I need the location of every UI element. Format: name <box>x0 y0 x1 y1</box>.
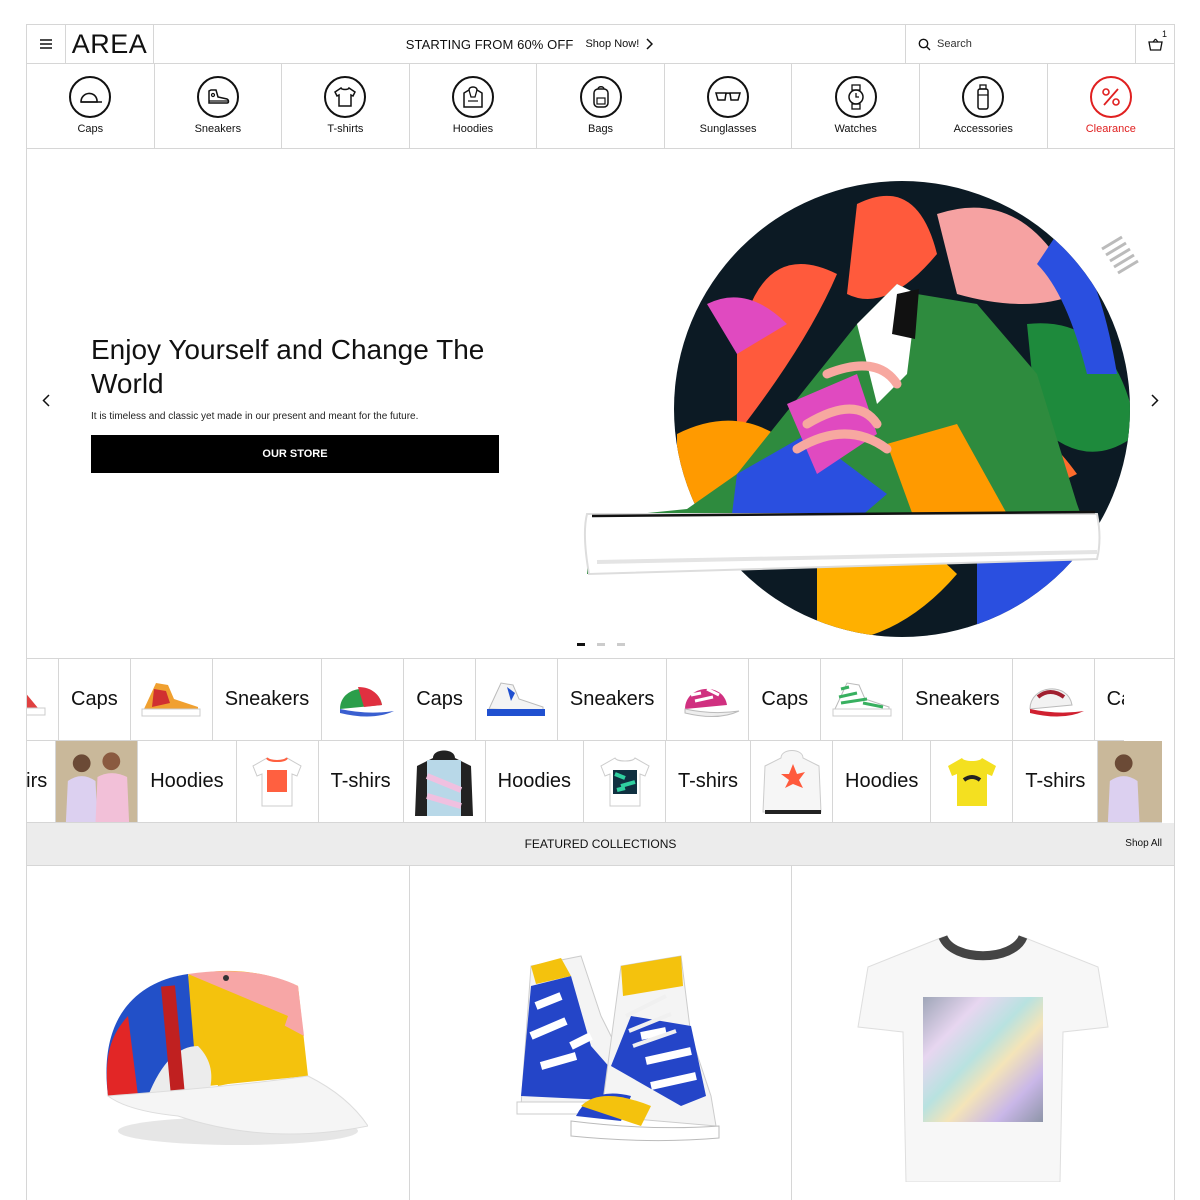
category-sunglasses[interactable]: Sunglasses <box>665 63 793 148</box>
hero-sneaker-image <box>583 181 1139 637</box>
category-watches[interactable]: Watches <box>792 63 920 148</box>
slider-prev-button[interactable] <box>38 392 54 408</box>
cart-button[interactable]: 1 <box>1136 25 1174 63</box>
sneakers-product-image <box>516 955 719 1142</box>
featured-collections-bar: FEATURED COLLECTIONS Shop All <box>27 823 1174 866</box>
featured-tshirt-card[interactable] <box>792 866 1174 1200</box>
category-label: Clearance <box>1085 123 1136 135</box>
our-store-button[interactable]: OUR STORE <box>91 435 499 473</box>
logo[interactable]: AREA <box>66 25 154 63</box>
featured-cap-card[interactable] <box>27 866 410 1200</box>
sneaker-icon <box>196 76 239 118</box>
category-nav: Caps Sneakers T-shirts Hoodies Bags Sung… <box>27 63 1174 149</box>
top-header: AREA STARTING FROM 60% OFF Shop Now! Sea… <box>27 24 1174 64</box>
category-marquee-hoodies-tshirts: hirs Hoodies T-shirs Hoodies T-shirs Hoo… <box>27 741 1162 823</box>
category-hoodies[interactable]: Hoodies <box>410 63 538 148</box>
hero-subtitle: It is timeless and classic yet made in o… <box>91 411 419 422</box>
cart-count-badge: 1 <box>1161 29 1167 39</box>
tshirt-thumbnail[interactable] <box>237 741 319 822</box>
cap-thumbnail[interactable] <box>322 659 405 740</box>
category-label: T-shirts <box>327 123 364 135</box>
hero-slider: Enjoy Yourself and Change The World It i… <box>27 149 1174 659</box>
category-caps[interactable]: Caps <box>27 63 155 148</box>
category-marquee-caps-sneakers: Caps Sneakers Caps Sneakers Caps Sneaker… <box>27 659 1124 741</box>
marquee-label[interactable]: Caps <box>749 659 822 740</box>
category-tshirts[interactable]: T-shirts <box>282 63 410 148</box>
basket-icon <box>1147 38 1163 51</box>
cap-thumbnail[interactable] <box>1013 659 1095 740</box>
hero-title: Enjoy Yourself and Change The World <box>91 334 485 399</box>
shop-now-label: Shop Now! <box>585 38 640 50</box>
tshirt-product-image <box>857 934 1109 1182</box>
category-bags[interactable]: Bags <box>537 63 665 148</box>
promo-banner: STARTING FROM 60% OFF Shop Now! <box>154 25 906 63</box>
category-label: Hoodies <box>452 123 494 135</box>
marquee-label[interactable]: Hoodies <box>486 741 585 822</box>
hoodie-thumbnail[interactable] <box>404 741 486 822</box>
marquee-label[interactable]: Caps <box>59 659 131 740</box>
percent-icon <box>1089 76 1132 118</box>
category-label: Bags <box>587 123 614 135</box>
page-frame: AREA STARTING FROM 60% OFF Shop Now! Sea… <box>26 24 1175 1200</box>
category-label: Sunglasses <box>699 123 757 135</box>
marquee-label[interactable]: Sneakers <box>558 659 668 740</box>
sneaker-thumbnail[interactable] <box>27 659 59 740</box>
category-sneakers[interactable]: Sneakers <box>155 63 283 148</box>
marquee-label[interactable]: T-shirs <box>1013 741 1099 822</box>
hoodie-thumbnail[interactable] <box>751 741 834 822</box>
category-accessories[interactable]: Accessories <box>920 63 1048 148</box>
marquee-label[interactable]: Sneakers <box>903 659 1013 740</box>
category-label: Accessories <box>953 123 1013 135</box>
chevron-left-icon <box>42 393 50 407</box>
marquee-label[interactable]: hirs <box>27 741 57 822</box>
category-label: Sneakers <box>194 123 242 135</box>
marquee-label[interactable]: Sneakers <box>213 659 323 740</box>
sneaker-thumbnail[interactable] <box>131 659 213 740</box>
category-label: Caps <box>77 123 104 135</box>
hamburger-icon <box>40 39 52 49</box>
shop-all-link[interactable]: Shop All <box>1125 838 1162 849</box>
search-icon <box>918 38 931 50</box>
tshirt-thumbnail[interactable] <box>931 741 1014 822</box>
tshirt-icon <box>324 76 367 118</box>
watch-icon <box>834 76 877 118</box>
cap-product-image <box>106 970 368 1145</box>
featured-title: FEATURED COLLECTIONS <box>524 837 677 851</box>
cap-icon <box>69 76 112 118</box>
backpack-icon <box>579 76 622 118</box>
tshirt-thumbnail[interactable] <box>584 741 667 822</box>
hoodie-models-thumbnail[interactable] <box>56 741 139 822</box>
marquee-label[interactable]: Caps <box>404 659 476 740</box>
chevron-right-icon <box>646 38 654 50</box>
hoodie-icon <box>451 76 494 118</box>
sunglasses-icon <box>707 76 750 118</box>
sneaker-thumbnail[interactable] <box>476 659 558 740</box>
bottle-icon <box>962 76 1005 118</box>
hoodie-models-thumbnail[interactable] <box>1098 741 1162 822</box>
search-placeholder: Search <box>937 38 972 50</box>
menu-button[interactable] <box>27 25 66 63</box>
featured-grid <box>27 866 1174 1200</box>
category-label: Watches <box>834 123 877 135</box>
marquee-label[interactable]: T-shirs <box>666 741 752 822</box>
marquee-label[interactable]: T-shirs <box>319 741 404 822</box>
category-clearance[interactable]: Clearance <box>1048 63 1175 148</box>
marquee-label[interactable]: Hoodies <box>138 741 237 822</box>
decor-lines <box>1101 235 1139 275</box>
search-input[interactable]: Search <box>906 25 1136 63</box>
sneaker-thumbnail[interactable] <box>821 659 904 740</box>
marquee-label[interactable]: Caps <box>1095 659 1124 740</box>
cap-thumbnail[interactable] <box>667 659 750 740</box>
promo-text: STARTING FROM 60% OFF <box>405 36 574 52</box>
shop-now-link[interactable]: Shop Now! <box>585 38 654 50</box>
marquee-label[interactable]: Hoodies <box>833 741 932 822</box>
featured-sneakers-card[interactable] <box>410 866 793 1200</box>
